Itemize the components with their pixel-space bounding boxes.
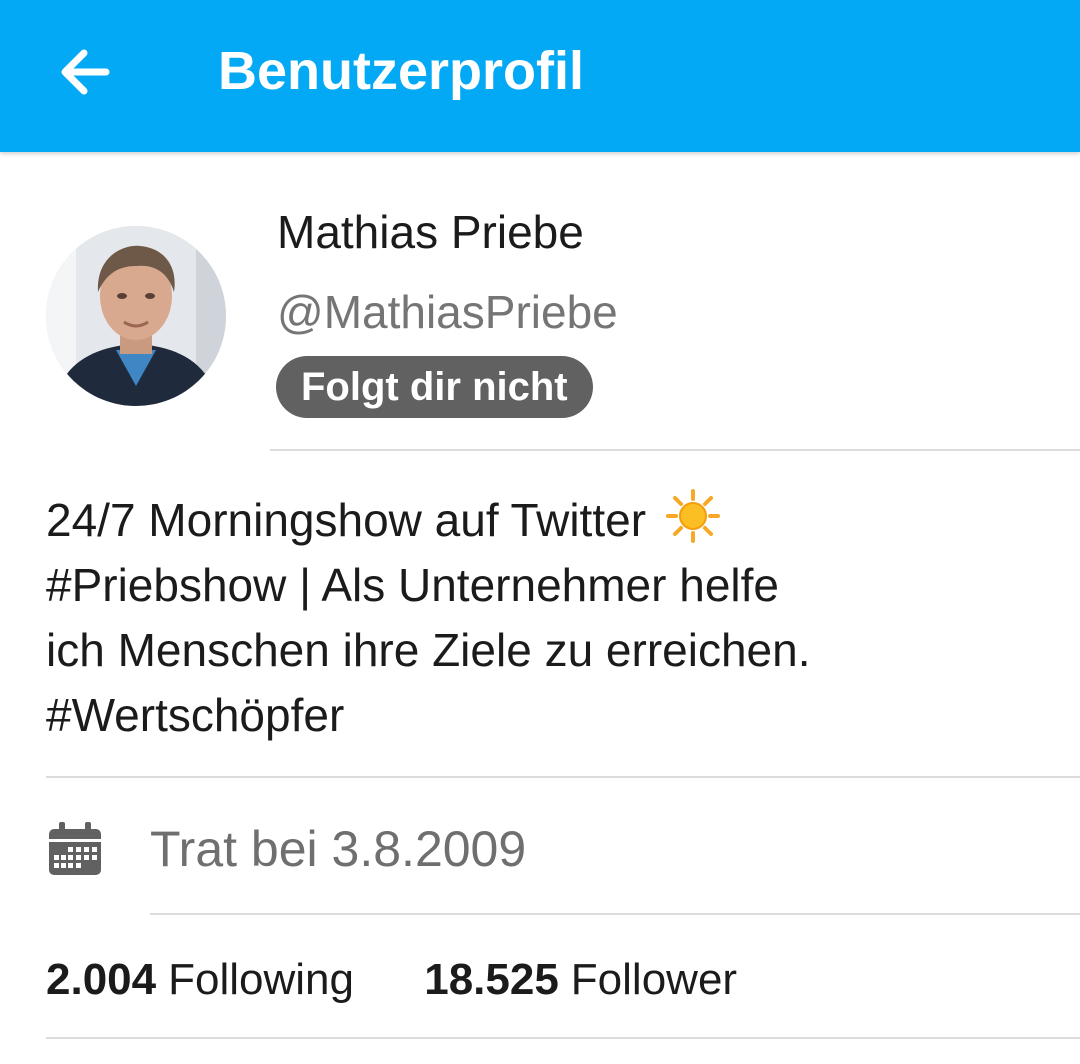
divider <box>46 776 1080 778</box>
follower-stat[interactable]: 18.525 Follower <box>424 950 737 1010</box>
profile-stats: 2.004 Following 18.525 Follower <box>46 950 737 1010</box>
arrow-left-icon <box>61 49 110 95</box>
profile-bio: 24/7 Morningshow auf Twitter #Priebshow … <box>46 488 1056 748</box>
follower-count: 18.525 <box>424 955 559 1004</box>
back-button[interactable] <box>50 40 120 104</box>
bio-line: 24/7 Morningshow auf Twitter <box>46 488 1056 553</box>
page-title: Benutzerprofil <box>218 41 585 101</box>
bio-line: #Priebshow | Als Unternehmer helfe <box>46 559 779 611</box>
bio-line: ich Menschen ihre Ziele zu erreichen. <box>46 624 811 676</box>
follower-label: Follower <box>570 955 738 1004</box>
divider <box>270 449 1080 451</box>
joined-date: Trat bei 3.8.2009 <box>150 821 527 877</box>
sun-icon <box>665 489 720 543</box>
display-name: Mathias Priebe <box>277 206 584 258</box>
following-stat[interactable]: 2.004 Following <box>46 950 354 1010</box>
avatar[interactable] <box>46 226 226 406</box>
divider <box>46 1037 1080 1039</box>
following-count: 2.004 <box>46 955 157 1004</box>
divider <box>150 913 1080 915</box>
calendar-icon <box>49 822 101 875</box>
user-handle: @MathiasPriebe <box>277 286 618 338</box>
bio-line: #Wertschöpfer <box>46 689 345 741</box>
avatar-photo <box>46 226 226 406</box>
app-bar: Benutzerprofil <box>0 0 1080 152</box>
following-label: Following <box>168 955 354 1004</box>
follow-status-badge: Folgt dir nicht <box>276 356 593 418</box>
